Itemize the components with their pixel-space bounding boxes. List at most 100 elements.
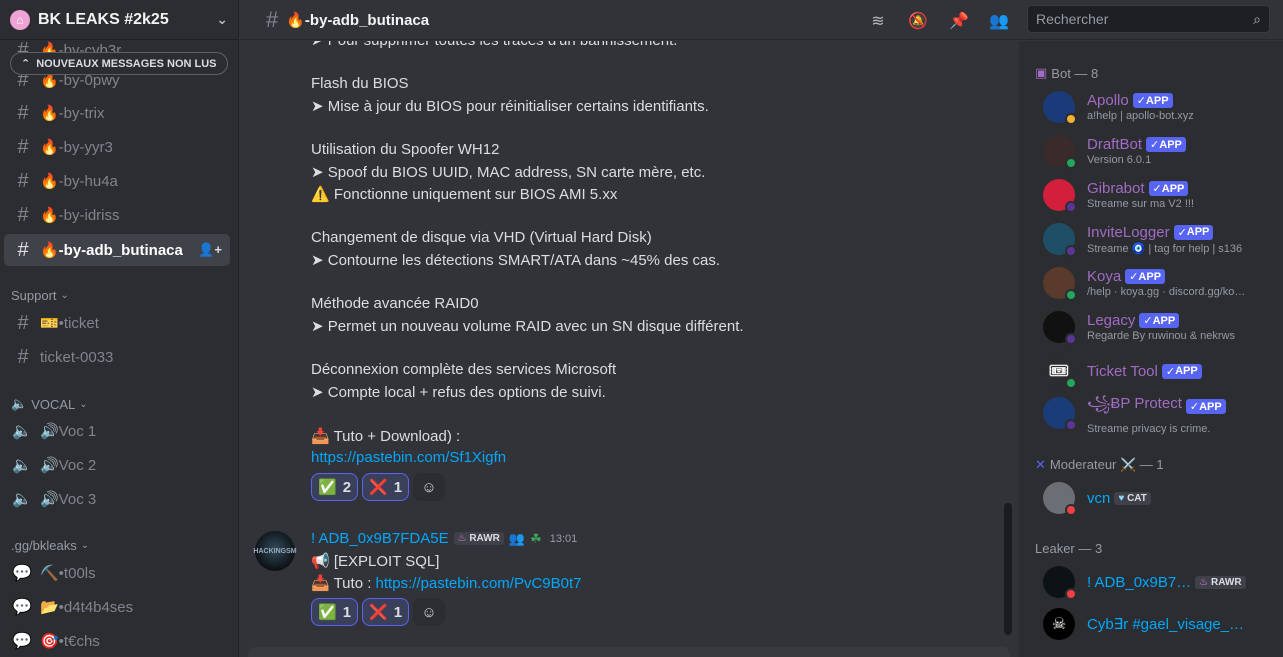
forum-icon: 💬 — [12, 633, 32, 650]
avatar — [1043, 135, 1077, 169]
channel-title: 🔥-by-adb_butinaca — [286, 11, 430, 29]
voice-channel-item[interactable]: 🔈 🔊Voc 3 — [4, 483, 230, 515]
status-indicator — [1065, 419, 1077, 431]
member-item[interactable]: ! ADB_0x9B7… ♨ RAWR — [1043, 560, 1275, 604]
avatar — [1043, 566, 1077, 600]
member-item[interactable]: vcn ♥ CAT — [1043, 476, 1275, 520]
flame-icon: ♨ — [1199, 576, 1209, 588]
status-indicator — [1065, 201, 1077, 213]
message-list: ➤ Pour supprimer toutes les traces d'un … — [240, 41, 1018, 657]
status-indicator — [1065, 504, 1077, 516]
message-line: ➤ Pour supprimer toutes les traces d'un … — [311, 41, 677, 49]
message-timestamp: 13:01 — [549, 532, 578, 545]
search-icon: ⌕ — [1253, 10, 1261, 27]
chevron-down-icon: ⌄ — [80, 540, 90, 551]
member-item[interactable]: Legacy ✓ APP Regarde By ruwinou & nekrws — [1043, 305, 1275, 349]
message-line: 📢 [EXPLOIT SQL] — [311, 553, 440, 570]
channel-item[interactable]: # 🎫•ticket — [4, 307, 230, 339]
app-badge: ✓ APP — [1132, 93, 1173, 108]
notifications-muted-icon[interactable]: 🔕 — [907, 10, 929, 32]
app-badge: ✓ APP — [1173, 224, 1214, 240]
channel-item[interactable]: # 🔥-by-idriss — [4, 199, 230, 231]
member-item[interactable]: ꧁ɃP Protect ✓ APP Streame privacy is crim… — [1043, 391, 1275, 435]
app-badge: ✓ APP — [1125, 269, 1166, 284]
reaction-check[interactable]: ✅ 1 — [311, 598, 359, 626]
role-badge: ♨ RAWR — [1195, 575, 1246, 589]
member-item[interactable]: Gibrabot ✓ APP Streame sur ma V2 !!! — [1043, 173, 1275, 217]
avatar — [1043, 267, 1077, 301]
member-group-moderator: ✕ Moderateur ⚔️ — 1 — [1035, 457, 1164, 472]
member-group-bot: ▣ Bot — 8 — [1035, 65, 1099, 81]
member-list: ▣ Bot — 8 Apollo ✓ APP a!help | apollo-bo… — [1019, 41, 1283, 657]
hash-icon: # — [17, 169, 29, 192]
avatar — [1043, 91, 1077, 125]
message-composer[interactable] — [248, 647, 1010, 657]
forum-channel-item[interactable]: 💬 🎯•t€chs — [4, 625, 230, 657]
member-item[interactable]: InviteLogger ✓ APP Streame 🧿 | tag for he… — [1043, 217, 1275, 261]
unread-messages-pill[interactable]: ⌃ NOUVEAUX MESSAGES NON LUS — [10, 52, 228, 75]
message-link[interactable]: https://pastebin.com/Sf1Xigfn — [311, 449, 506, 466]
scrollbar[interactable] — [1004, 503, 1012, 635]
voice-channel-item[interactable]: 🔈 🔊Voc 1 — [4, 415, 230, 447]
channel-item[interactable]: # 🔥-by-yyr3 — [4, 131, 230, 163]
message-line: ⚠️ Fonctionne uniquement sur BIOS AMI 5.… — [311, 186, 618, 203]
add-reaction-button[interactable]: ☺ — [413, 598, 446, 626]
member-item[interactable]: 🎟 Ticket Tool ✓ APP — [1043, 349, 1275, 393]
forum-channel-item[interactable]: 💬 ⛏️•t00ls — [4, 557, 230, 589]
smiley-icon: ☺ — [421, 603, 437, 621]
heart-icon: ♥ — [1118, 492, 1125, 504]
member-item[interactable]: Koya ✓ APP /help · koya.gg · discord.gg/k… — [1043, 261, 1275, 305]
message-line: ➤ Contourne les détections SMART/ATA dan… — [311, 252, 721, 269]
pin-icon[interactable]: 📌 — [948, 10, 970, 32]
message-author[interactable]: ! ADB_0x9B7FDA5E — [311, 530, 449, 547]
status-indicator — [1065, 289, 1077, 301]
threads-icon[interactable]: ≋ — [867, 10, 889, 32]
forum-channel-item[interactable]: 💬 📂•d4t4b4ses — [4, 591, 230, 623]
avatar — [1043, 179, 1077, 213]
status-indicator — [1065, 333, 1077, 345]
member-role-icon: 👥 — [508, 530, 526, 546]
reaction-cross[interactable]: ❌ 1 — [362, 598, 410, 626]
chevron-down-icon: ⌄ — [79, 398, 88, 410]
add-user-icon[interactable]: 👤+ — [198, 242, 222, 258]
app-badge: ✓ APP — [1146, 137, 1186, 152]
category-vocal[interactable]: 🔈 VOCAL ⌄ — [11, 396, 88, 412]
channel-item[interactable]: # 🔥-by-trix — [4, 97, 230, 129]
skull-icon: ☠ — [1051, 616, 1067, 633]
speaker-icon: 🔈 — [12, 491, 32, 508]
app-badge: ✓ APP — [1161, 363, 1202, 379]
app-badge: ✓ APP — [1139, 313, 1180, 328]
member-list-icon[interactable]: 👥 — [988, 10, 1010, 32]
message-link[interactable]: https://pastebin.com/PvC9B0t7 — [376, 575, 582, 592]
reaction-cross[interactable]: ❌ 1 — [362, 473, 410, 501]
hash-icon: # — [17, 311, 29, 334]
member-item[interactable]: Apollo ✓ APP a!help | apollo-bot.xyz — [1043, 85, 1275, 129]
hash-icon: # — [17, 203, 29, 226]
channel-item[interactable]: # 🔥-by-hu4a — [4, 165, 230, 197]
reaction-check[interactable]: ✅ 2 — [311, 473, 359, 501]
message-line: 📥 Tuto : https://pastebin.com/PvC9B0t7 — [311, 575, 582, 592]
clover-icon: ☘ — [530, 530, 542, 546]
member-item[interactable]: DraftBot ✓ APP Version 6.0.1 — [1043, 129, 1275, 173]
message-line: Déconnexion complète des services Micros… — [311, 361, 617, 378]
message-line: ➤ Mise à jour du BIOS pour réinitialiser… — [311, 98, 709, 115]
category-gg[interactable]: .gg/bkleaks ⌄ — [11, 538, 89, 553]
chevron-down-icon[interactable]: ⌄ — [216, 11, 228, 28]
search-input[interactable]: Rechercher ⌕ — [1027, 5, 1270, 33]
channel-item[interactable]: # ticket-0033 — [4, 341, 230, 373]
status-indicator — [1065, 245, 1077, 257]
reaction-bar: ✅ 2 ❌ 1 ☺ — [311, 473, 446, 501]
category-support[interactable]: Support ⌄ — [11, 288, 69, 303]
member-item[interactable]: ☠ Cyb∃r #gael_visage_… — [1043, 602, 1275, 646]
status-indicator — [1065, 157, 1077, 169]
avatar — [1043, 397, 1077, 431]
message-line: 📥 Tuto + Download) : — [311, 428, 461, 445]
message-line: ➤ Permet un nouveau volume RAID avec un … — [311, 318, 744, 335]
voice-channel-item[interactable]: 🔈 🔊Voc 2 — [4, 449, 230, 481]
message-line: ➤ Spoof du BIOS UUID, MAC address, SN ca… — [311, 164, 706, 181]
home-icon: ⌂ — [10, 9, 30, 30]
app-badge: ✓ APP — [1185, 399, 1226, 414]
avatar[interactable]: HACKINGSM — [253, 531, 297, 571]
channel-item-active[interactable]: # 🔥-by-adb_butinaca 👤+ — [4, 234, 230, 266]
add-reaction-button[interactable]: ☺ — [413, 473, 446, 501]
